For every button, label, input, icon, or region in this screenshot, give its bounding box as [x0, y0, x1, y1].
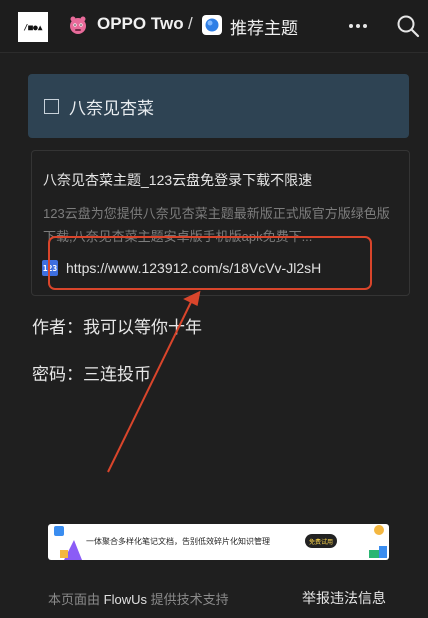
- app-logo[interactable]: /■●▲: [18, 12, 48, 42]
- password-line: 密码：三连投币: [32, 365, 151, 384]
- callout-text: 八奈见杏菜: [69, 98, 154, 118]
- banner-art-right: [369, 525, 387, 558]
- footer-prefix: 本页面由: [48, 592, 101, 607]
- bookmark-title[interactable]: 八奈见杏菜主题_123云盘免登录下载不限速: [43, 170, 312, 190]
- page: /■●▲ OPPO Two / 推荐主题 八奈见杏菜 八奈见杏菜主题_123云盘…: [0, 0, 428, 618]
- top-bar: /■●▲ OPPO Two / 推荐主题: [0, 0, 428, 53]
- pink-monster-icon: [70, 16, 86, 34]
- promo-banner[interactable]: 一体聚合多样化笔记文档，告别低效碎片化知识管理 免费试用: [48, 524, 389, 560]
- blue-circle-icon: [202, 15, 222, 35]
- report-link[interactable]: 举报违法信息: [302, 588, 386, 608]
- author-line: 作者：我可以等你十年: [32, 318, 202, 337]
- search-icon[interactable]: [396, 14, 420, 38]
- footer-brand-link[interactable]: FlowUs: [104, 592, 147, 607]
- page-title[interactable]: 推荐主题: [230, 14, 298, 39]
- breadcrumb-separator: /: [188, 14, 193, 33]
- bookmark-favicon-icon: 123: [42, 260, 58, 276]
- footer-suffix: 提供技术支持: [150, 592, 229, 607]
- box-icon: [44, 98, 59, 114]
- footer-credit: 本页面由 FlowUs 提供技术支持: [48, 589, 229, 608]
- workspace-name[interactable]: OPPO Two: [97, 14, 184, 34]
- banner-art-left: [54, 526, 82, 560]
- bookmark-card[interactable]: 八奈见杏菜主题_123云盘免登录下载不限速 123云盘为您提供八奈见杏菜主题最新…: [31, 150, 410, 296]
- bookmark-url[interactable]: https://www.123912.com/s/18VcVv-Jl2sH: [66, 260, 321, 276]
- bookmark-description: 123云盘为您提供八奈见杏菜主题最新版正式版官方版绿色版下载,八奈见杏菜主题安卓…: [43, 206, 390, 244]
- callout-block: 八奈见杏菜: [28, 74, 409, 138]
- banner-badge[interactable]: 免费试用: [305, 534, 338, 548]
- more-dots-icon[interactable]: [344, 14, 372, 38]
- banner-text: 一体聚合多样化笔记文档，告别低效碎片化知识管理: [86, 537, 270, 546]
